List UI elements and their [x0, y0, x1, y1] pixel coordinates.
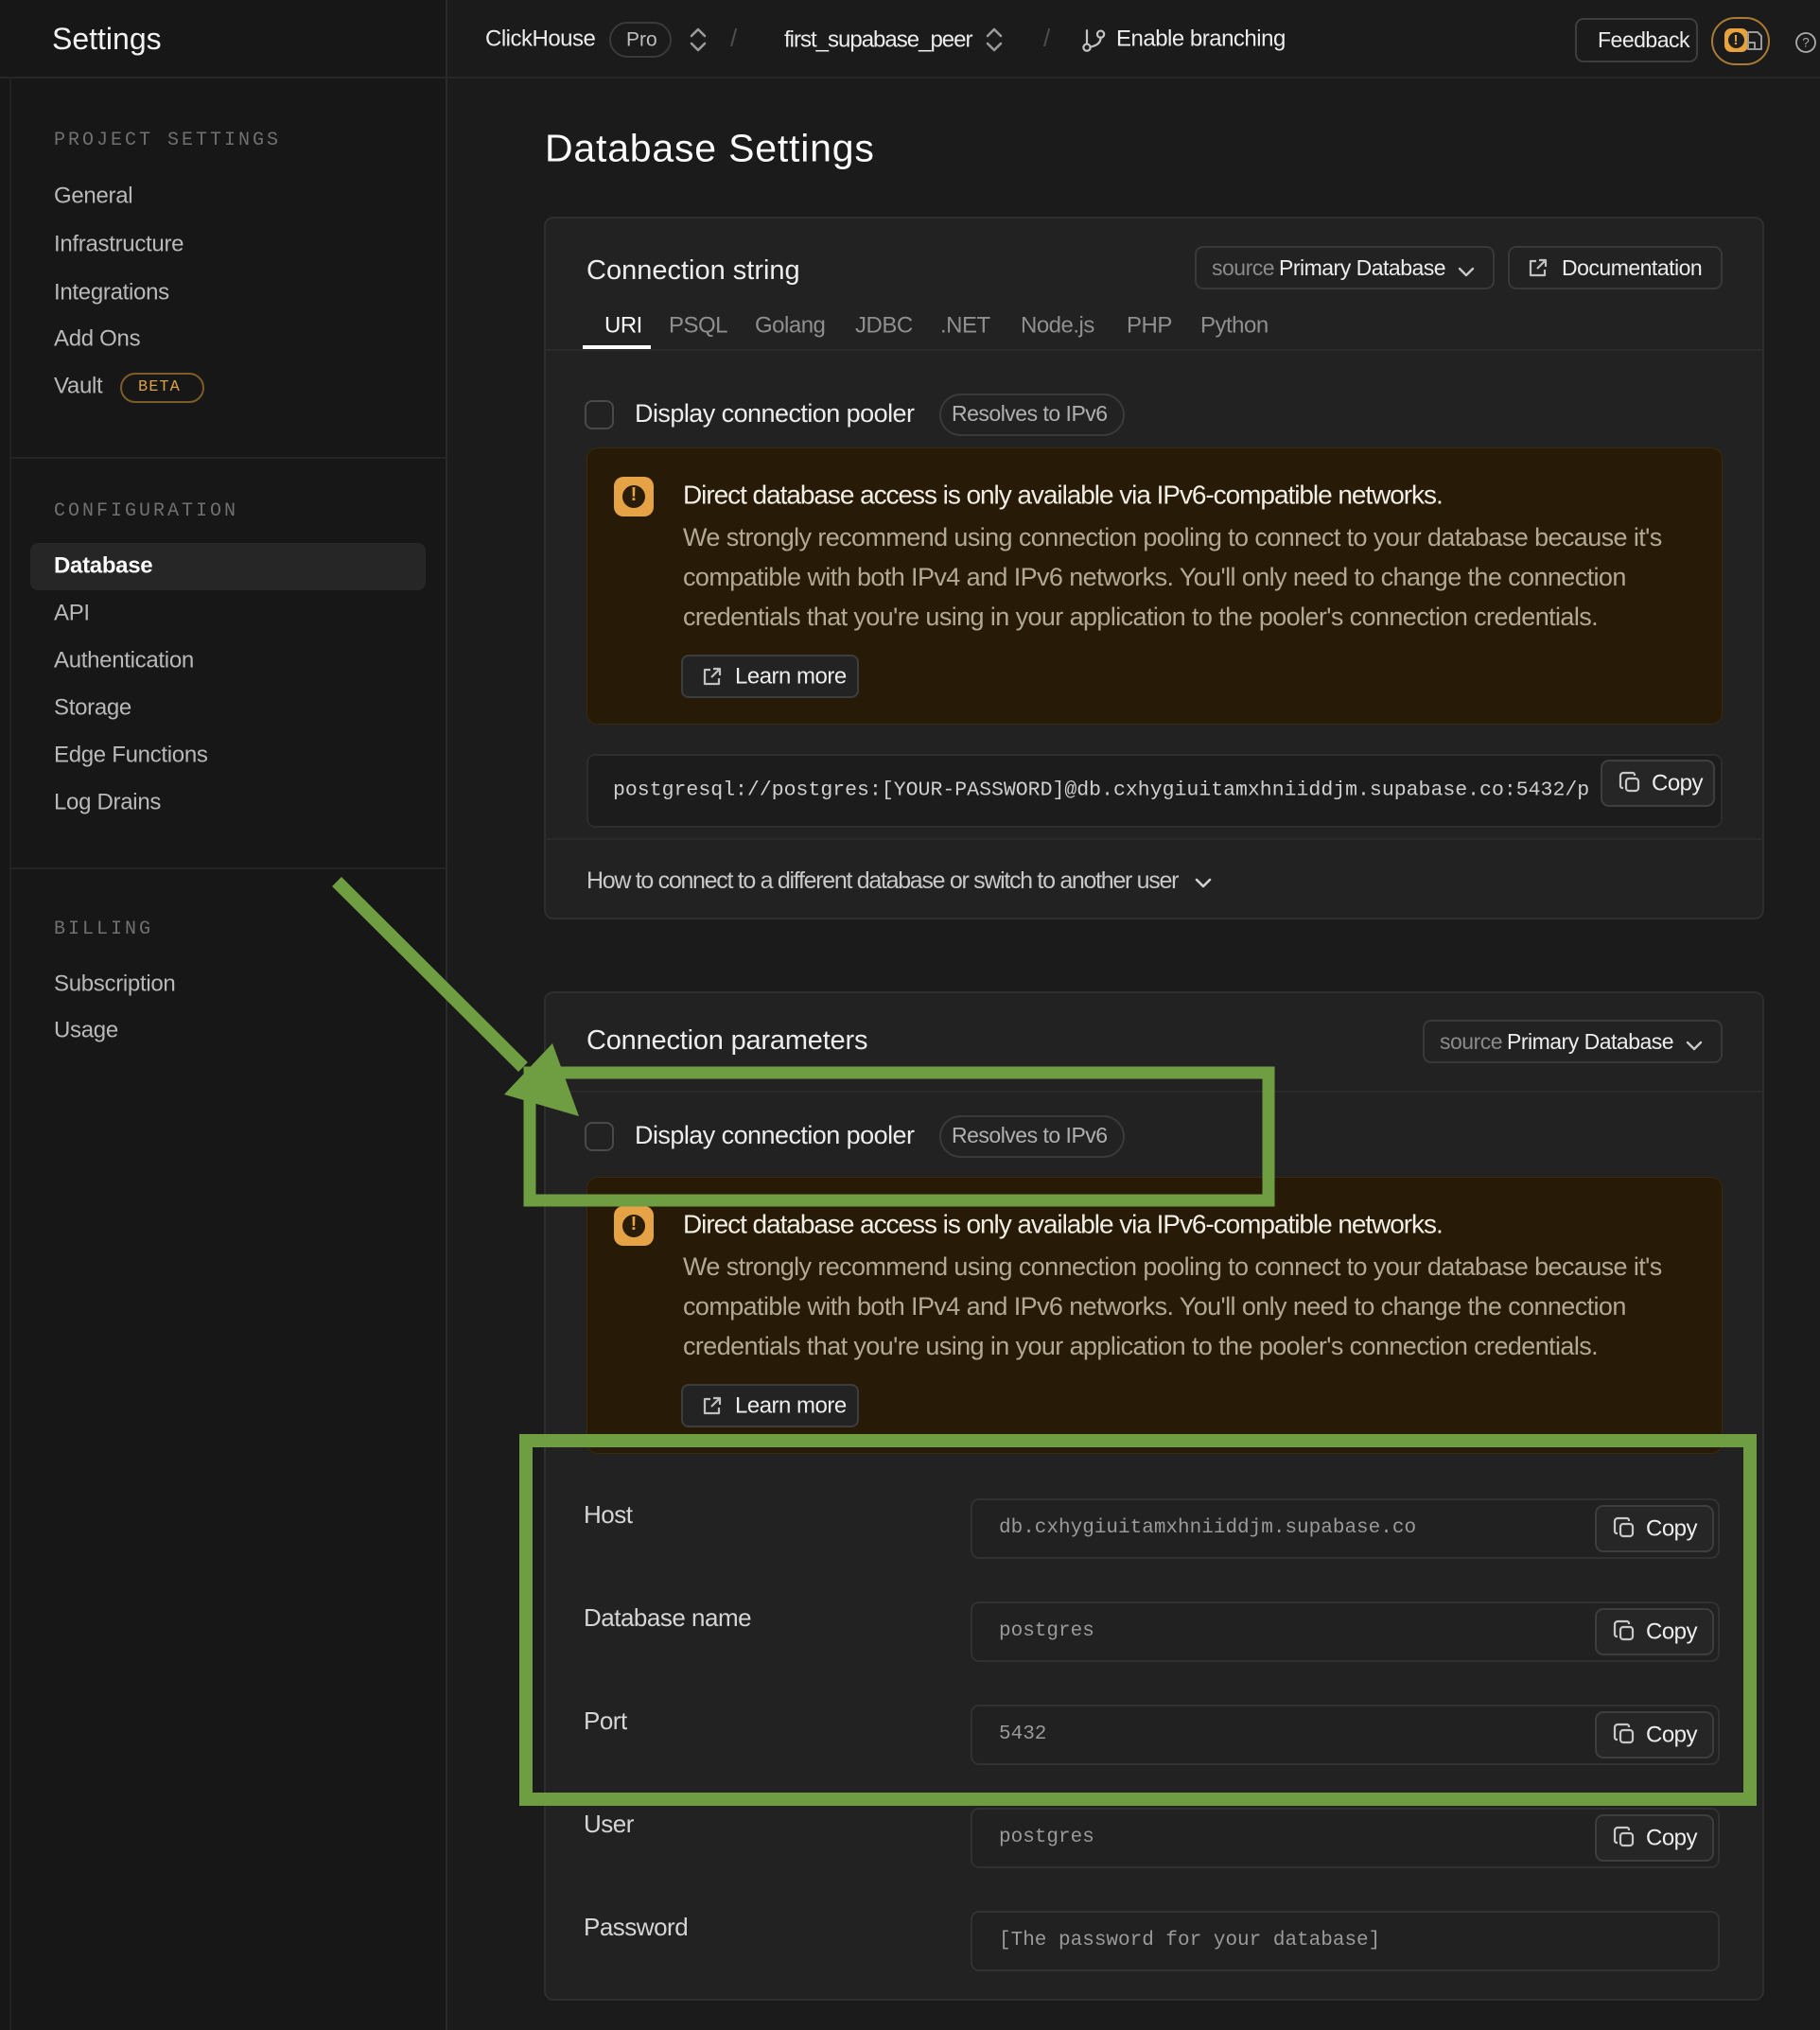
- svg-text:?: ?: [1802, 36, 1810, 50]
